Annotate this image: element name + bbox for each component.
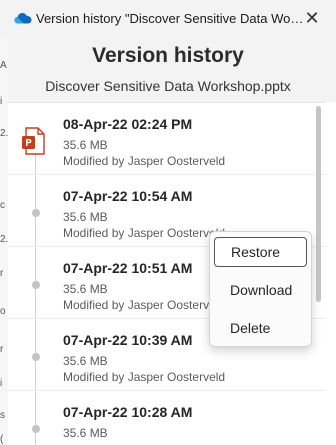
version-date: 07-Apr-22 10:54 AM <box>63 188 193 204</box>
peek-text: i <box>0 96 3 107</box>
version-size: 35.6 MB <box>63 138 108 152</box>
window-title: Version history "Discover Sensitive Data… <box>36 11 304 26</box>
restore-menu-item[interactable]: Restore <box>214 237 307 267</box>
file-name: Discover Sensitive Data Workshop.pptx <box>45 78 291 94</box>
version-size: 35.6 MB <box>63 426 108 440</box>
window-titlebar: Version history "Discover Sensitive Data… <box>0 0 336 38</box>
version-date: 07-Apr-22 10:51 AM <box>63 260 193 276</box>
version-author: Modified by Jasper Oosterveld <box>63 154 226 168</box>
version-date: 07-Apr-22 10:28 AM <box>63 404 193 420</box>
dialog-heading: Version history <box>92 44 244 67</box>
peek-text: r <box>0 268 4 279</box>
peek-text: 2. <box>0 234 8 245</box>
version-item[interactable]: 07-Apr-22 10:28 AM 35.6 MB <box>8 391 326 445</box>
timeline-dot-icon <box>32 425 40 433</box>
version-size: 35.6 MB <box>63 282 108 296</box>
download-menu-item[interactable]: Download <box>214 275 307 305</box>
version-date: 08-Apr-22 02:24 PM <box>63 116 193 132</box>
timeline-dot-icon <box>32 281 40 289</box>
version-size: 35.6 MB <box>63 210 108 224</box>
version-date: 07-Apr-22 10:39 AM <box>63 332 193 348</box>
version-item[interactable]: 08-Apr-22 02:24 PM 35.6 MB Modified by J… <box>8 103 326 175</box>
peek-text: o <box>0 306 6 317</box>
peek-text: i <box>0 378 3 389</box>
peek-text: 2. <box>0 128 8 139</box>
version-author: Modified by Jasper Oosterveld <box>63 370 226 384</box>
peek-text: ( <box>0 434 4 445</box>
onedrive-cloud-icon <box>14 13 32 24</box>
delete-menu-item[interactable]: Delete <box>214 313 307 343</box>
version-author: Modified by Jasper Oosterveld <box>63 298 226 312</box>
version-size: 35.6 MB <box>63 354 108 368</box>
background-window-peek: A i 2. c 2. r o r i s ( <box>0 38 8 445</box>
peek-text: r <box>0 344 4 355</box>
peek-text: c <box>0 200 5 211</box>
timeline-dot-icon <box>32 353 40 361</box>
context-menu: Restore Download Delete <box>209 231 312 347</box>
close-icon[interactable]: ✕ <box>302 8 322 28</box>
scrollbar-thumb[interactable] <box>316 106 321 302</box>
timeline-dot-icon <box>32 209 40 217</box>
peek-text: s <box>0 410 5 421</box>
powerpoint-icon <box>22 127 45 155</box>
version-author: Modified by Jasper Oosterveld <box>63 226 226 240</box>
